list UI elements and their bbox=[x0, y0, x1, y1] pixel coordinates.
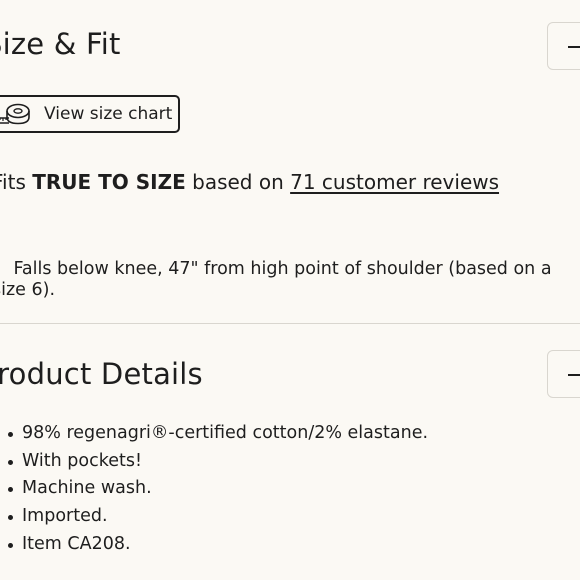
bullet-icon: • bbox=[0, 259, 13, 279]
fit-verdict: TRUE TO SIZE bbox=[32, 170, 186, 194]
fall-length-note: • Falls below knee, 47" from high point … bbox=[0, 259, 580, 301]
list-item: Item CA208. bbox=[7, 531, 428, 559]
product-details-heading: Product Details bbox=[0, 357, 203, 391]
list-item: Imported. bbox=[7, 503, 428, 531]
product-details-list: 98% regenagri®-certified cotton/2% elast… bbox=[0, 420, 428, 559]
size-fit-collapse-button[interactable] bbox=[547, 22, 580, 70]
view-size-chart-label: View size chart bbox=[44, 104, 173, 124]
customer-reviews-link[interactable]: 71 customer reviews bbox=[290, 170, 499, 194]
product-details-collapse-button[interactable] bbox=[547, 350, 580, 398]
fit-middle: based on bbox=[192, 170, 284, 194]
size-fit-heading: Size & Fit bbox=[0, 27, 121, 61]
measuring-tape-icon bbox=[0, 103, 32, 131]
list-item: 98% regenagri®-certified cotton/2% elast… bbox=[7, 420, 428, 448]
list-item: With pockets! bbox=[7, 448, 428, 476]
fit-prefix: Fits bbox=[0, 170, 26, 194]
minus-icon bbox=[568, 46, 580, 48]
section-divider bbox=[0, 323, 580, 324]
view-size-chart-button[interactable]: View size chart bbox=[0, 95, 180, 133]
list-item: Machine wash. bbox=[7, 475, 428, 503]
fall-length-text: Falls below knee, 47" from high point of… bbox=[0, 259, 552, 300]
minus-icon bbox=[568, 374, 580, 376]
fit-summary: Fits TRUE TO SIZE based on 71 customer r… bbox=[0, 170, 499, 194]
